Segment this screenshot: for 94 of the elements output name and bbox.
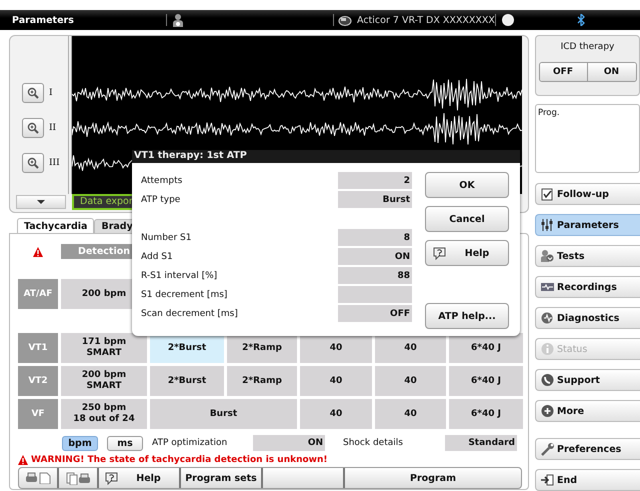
dialog-title: VT1 therapy: 1st ATP — [132, 150, 520, 163]
table-cell: 171 bpm SMART — [61, 333, 147, 363]
table-cell: 250 bpm 18 out of 24 — [61, 399, 147, 429]
value-field[interactable]: Standard — [445, 435, 517, 451]
waveform-icon — [541, 280, 554, 294]
phone-icon — [541, 373, 554, 387]
table-cell[interactable]: 40 — [375, 399, 446, 429]
card-title: ICD therapy — [560, 42, 614, 52]
clipboard-check-icon — [541, 187, 554, 201]
lead-label: I — [49, 88, 53, 98]
field-label: Number S1 — [141, 232, 192, 242]
dialog-button[interactable]: OK — [425, 172, 509, 198]
unit-toggle[interactable]: ms — [107, 436, 143, 450]
device-name: Acticor 7 VR-T DX XXXXXXXX — [357, 14, 495, 26]
value-field[interactable]: Burst — [338, 191, 412, 208]
table-cell[interactable]: 40 — [375, 366, 446, 396]
nav-button[interactable]: Diagnostics — [535, 307, 640, 329]
pages-printer-icon — [65, 472, 91, 484]
table-cell[interactable]: Burst — [150, 399, 297, 429]
nav-button[interactable]: Recordings — [535, 276, 640, 298]
dropdown-button[interactable] — [16, 195, 66, 209]
zoom-button[interactable] — [22, 153, 44, 173]
help-button[interactable]: Help — [425, 240, 509, 266]
zoom-button[interactable] — [22, 118, 44, 138]
warning-icon — [18, 454, 28, 464]
toolbar-button[interactable]: Program — [345, 468, 521, 488]
table-cell[interactable]: 40 — [300, 399, 372, 429]
help-button[interactable]: Help — [99, 468, 181, 488]
table-cell[interactable]: 6*40 J — [449, 399, 523, 429]
field-label: Shock details — [343, 438, 404, 448]
person-icon — [541, 249, 554, 263]
device-icon — [338, 14, 352, 26]
value-field[interactable]: 2 — [338, 172, 412, 189]
value-field[interactable]: 88 — [338, 267, 412, 284]
table-cell[interactable]: 2*Ramp — [227, 366, 297, 396]
zone-label: AT/AF — [18, 279, 58, 309]
table-cell[interactable]: 40 — [300, 333, 372, 363]
zone-label: VT2 — [18, 366, 58, 396]
table-cell[interactable]: 40 — [375, 333, 446, 363]
help-icon — [104, 471, 118, 485]
nav-button[interactable]: More — [535, 400, 640, 422]
zoom-in-icon — [27, 122, 39, 134]
unit-toggle[interactable]: bpm — [62, 436, 98, 450]
plus-icon — [541, 404, 554, 418]
nav-button[interactable]: Tests — [535, 245, 640, 267]
info-icon — [541, 342, 554, 356]
field-label: R-S1 interval [%] — [141, 270, 218, 280]
value-field[interactable]: OFF — [338, 305, 412, 322]
table-cell: 200 bpm SMART — [61, 366, 147, 396]
zone-label: VT1 — [18, 333, 58, 363]
warning-icon — [33, 246, 43, 256]
table-cell[interactable]: 6*40 J — [449, 333, 523, 363]
help-icon — [432, 246, 446, 260]
person-icon — [173, 13, 183, 27]
zone-label: VF — [18, 399, 58, 429]
table-cell[interactable]: 2*Burst — [150, 366, 224, 396]
notes-box: Prog. — [535, 104, 640, 173]
field-label: ATP optimization — [152, 438, 228, 448]
field-label: Attempts — [141, 176, 184, 186]
bluetooth-icon — [577, 14, 585, 26]
nav-button[interactable]: Preferences — [535, 438, 640, 460]
dialog-button[interactable]: Cancel — [425, 206, 509, 232]
dialog-button[interactable]: ATP help... — [425, 303, 509, 329]
zoom-in-icon — [27, 157, 39, 169]
sliders-icon — [541, 218, 554, 232]
wrench-icon — [541, 442, 554, 456]
table-cell[interactable]: 2*Ramp — [227, 333, 297, 363]
caret-icon — [37, 200, 45, 204]
lead-label: III — [49, 158, 60, 168]
zoom-in-icon — [27, 87, 39, 99]
nav-button[interactable]: Support — [535, 369, 640, 391]
lead-label: II — [49, 123, 56, 133]
zoom-button[interactable] — [22, 83, 44, 103]
circle-icon — [502, 14, 514, 26]
table-cell[interactable]: 6*40 J — [449, 366, 523, 396]
nav-button[interactable]: End — [535, 469, 640, 491]
toggle-button[interactable]: ON — [588, 63, 636, 81]
exit-icon — [541, 473, 554, 487]
nav-button[interactable]: Parameters — [535, 214, 640, 236]
value-field[interactable]: ON — [338, 248, 412, 265]
tab[interactable]: Tachycardia — [17, 218, 94, 233]
table-cell[interactable]: 2*Burst — [150, 333, 224, 363]
value-field[interactable] — [338, 286, 412, 303]
field-label: Scan decrement [ms] — [141, 308, 239, 318]
toggle-button[interactable]: OFF — [540, 63, 588, 81]
value-field[interactable]: ON — [253, 435, 325, 451]
printer-page-icon — [25, 472, 51, 484]
nav-button[interactable]: Follow-up — [535, 183, 640, 205]
toolbar-button[interactable]: Program sets — [181, 468, 263, 488]
table-cell[interactable]: 40 — [300, 366, 372, 396]
warning-message: WARNING! The state of tachycardia detection is unknown! — [31, 454, 328, 464]
window-title: Parameters — [12, 14, 75, 26]
pulse-icon — [541, 311, 554, 325]
value-field[interactable]: 8 — [338, 229, 412, 246]
